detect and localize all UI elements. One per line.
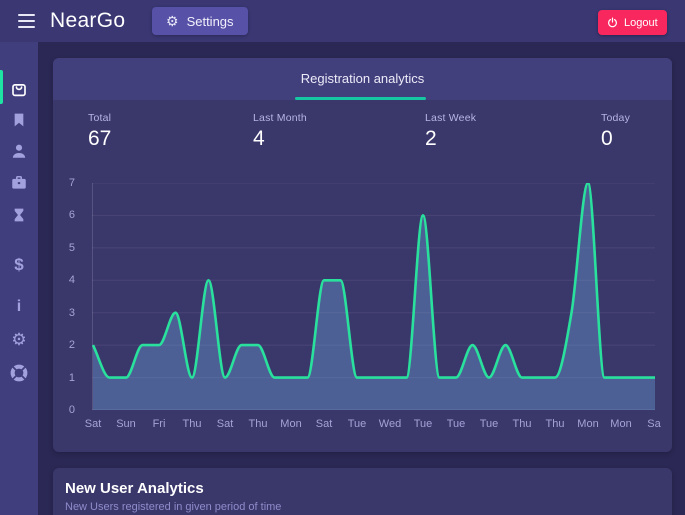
y-tick-label-4: 4 [68, 274, 75, 287]
sidebar-item-gear[interactable]: ⚙ [0, 328, 38, 352]
x-tick-label-2: Fri [152, 418, 166, 430]
x-tick-label-15: Mon [577, 418, 599, 430]
shopping-bag-icon [10, 80, 28, 98]
y-tick-label-3: 3 [68, 306, 75, 319]
new-user-analytics-card: New User Analytics New Users registered … [53, 468, 672, 515]
x-tick-label-1: Sun [116, 418, 136, 430]
stat-last-week: Last Week 2 [425, 112, 476, 151]
sidebar-item-hourglass[interactable] [0, 203, 38, 227]
stat-today: Today 0 [601, 112, 630, 151]
settings-button[interactable]: ⚙ Settings [152, 7, 248, 35]
x-tick-label-12: Tue [479, 418, 499, 430]
logout-button-label: Logout [624, 16, 658, 29]
y-tick-label-6: 6 [68, 209, 75, 222]
sidebar: $ i ⚙ [0, 42, 38, 515]
stat-label: Total [88, 112, 112, 124]
dollar-icon: $ [14, 254, 24, 274]
stat-value: 2 [425, 127, 437, 150]
stat-label: Last Week [425, 112, 477, 124]
gear-icon: ⚙ [11, 329, 27, 349]
sidebar-item-shopping-bag[interactable] [0, 77, 38, 101]
x-tick-label-16: Mon [610, 418, 632, 430]
sidebar-item-info[interactable]: i [0, 295, 38, 319]
x-tick-label-3: Thu [182, 418, 202, 430]
stat-label: Last Month [253, 112, 307, 124]
stat-last-month: Last Month 4 [253, 112, 307, 151]
x-tick-label-9: Wed [378, 418, 402, 430]
hamburger-menu-icon[interactable] [18, 14, 35, 28]
tab-registration-analytics[interactable]: Registration analytics [53, 58, 672, 100]
sidebar-item-life-ring[interactable] [0, 361, 38, 385]
x-tick-label-8: Tue [347, 418, 367, 430]
stat-value: 0 [601, 127, 613, 150]
user-icon [10, 142, 28, 160]
x-tick-label-10: Tue [413, 418, 433, 430]
new-user-analytics-title: New User Analytics [65, 480, 204, 497]
app-root: NearGo ⚙ Settings Logout $ i ⚙ Registratio… [0, 0, 685, 515]
x-tick-label-0: Sat [84, 418, 102, 430]
tab-strip: Registration analytics [53, 58, 672, 100]
tab-active-underline [295, 97, 426, 100]
x-tick-label-5: Thu [248, 418, 268, 430]
briefcase-icon [10, 173, 28, 191]
sidebar-item-briefcase[interactable] [0, 170, 38, 194]
x-tick-label-17: Sa [647, 418, 661, 430]
new-user-analytics-subtitle: New Users registered in given period of … [65, 501, 282, 513]
bookmark-icon [11, 111, 27, 129]
top-navbar: NearGo ⚙ Settings Logout [0, 0, 685, 42]
chart-area-fill [93, 183, 671, 410]
logout-button[interactable]: Logout [598, 10, 667, 35]
sidebar-item-dollar[interactable]: $ [0, 253, 38, 277]
app-title: NearGo [50, 9, 126, 32]
x-tick-label-7: Sat [315, 418, 333, 430]
y-tick-label-0: 0 [68, 404, 75, 416]
y-tick-label-7: 7 [68, 177, 75, 189]
stat-value: 67 [88, 127, 112, 150]
y-tick-label-5: 5 [68, 241, 75, 254]
registration-analytics-card: Registration analytics Total 67 Last Month… [53, 58, 672, 452]
life-ring-icon [10, 364, 28, 382]
stat-value: 4 [253, 127, 265, 150]
stat-label: Today [601, 112, 631, 124]
gear-icon: ⚙ [166, 13, 179, 29]
x-tick-label-14: Thu [545, 418, 565, 430]
sidebar-item-user[interactable] [0, 139, 38, 163]
sidebar-item-bookmark[interactable] [0, 108, 38, 132]
y-tick-label-1: 1 [68, 371, 75, 384]
x-tick-label-4: Sat [216, 418, 234, 430]
x-tick-label-11: Tue [446, 418, 466, 430]
hourglass-icon [11, 206, 27, 224]
registration-chart[interactable] [91, 181, 671, 411]
power-icon [608, 17, 617, 28]
settings-button-label: Settings [186, 13, 234, 29]
info-icon: i [16, 298, 22, 315]
y-tick-label-2: 2 [68, 339, 75, 352]
x-tick-label-13: Thu [512, 418, 532, 430]
stat-total: Total 67 [88, 112, 111, 151]
x-tick-label-6: Mon [280, 418, 302, 430]
